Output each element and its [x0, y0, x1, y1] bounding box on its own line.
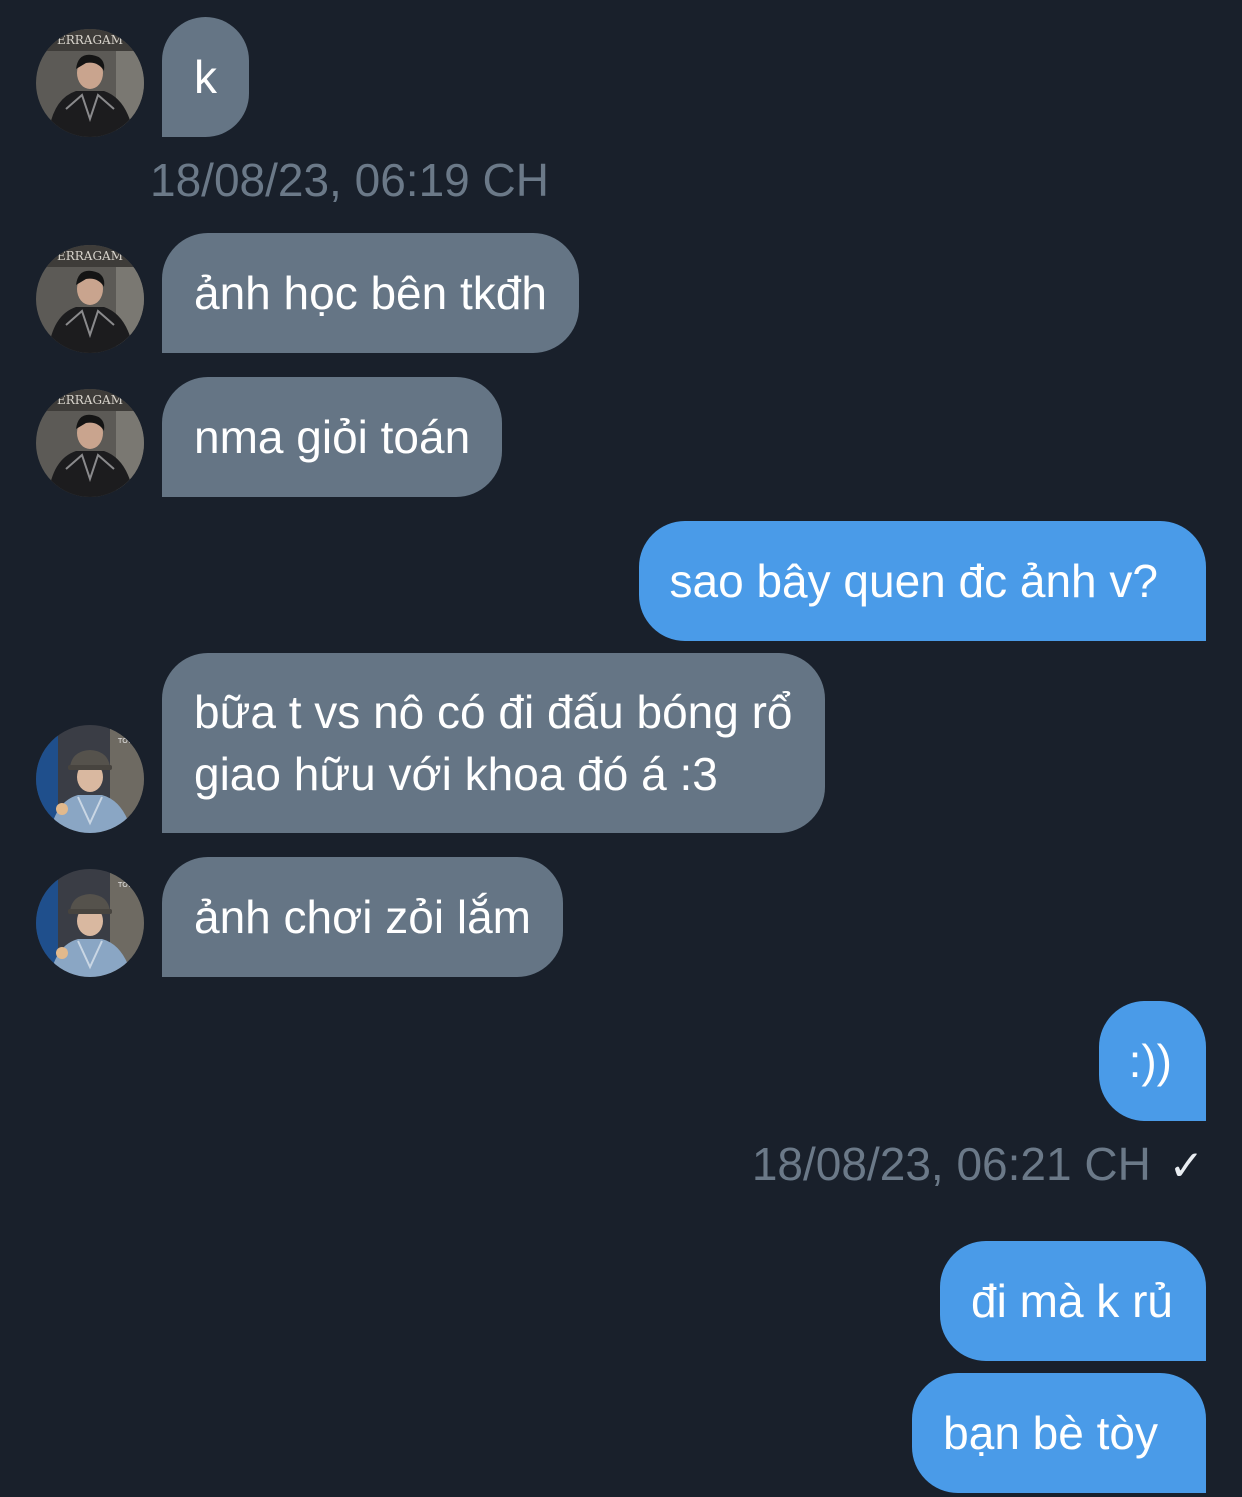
- message-text: đi mà k rủ: [971, 1275, 1173, 1327]
- sender-avatar[interactable]: ERRAGAM: [36, 389, 144, 497]
- message-text: nma giỏi toán: [194, 411, 471, 463]
- message-text: :)): [1128, 1035, 1172, 1087]
- sender-avatar[interactable]: TOW: [36, 869, 144, 977]
- message-bubble-incoming[interactable]: bữa t vs nô có đi đấu bóng rổ giao hữu v…: [162, 653, 825, 833]
- sender-avatar[interactable]: TOW: [36, 725, 144, 833]
- message-bubble-incoming[interactable]: ảnh học bên tkđh: [162, 233, 579, 353]
- svg-text:TOW: TOW: [117, 737, 135, 745]
- sender-avatar[interactable]: ERRAGAM: [36, 29, 144, 137]
- message-bubble-outgoing[interactable]: :)): [1098, 1001, 1206, 1121]
- message-text: sao bây quen đc ảnh v?: [669, 555, 1158, 607]
- message-text: ảnh chơi zỏi lắm: [194, 891, 531, 943]
- message-bubble-outgoing[interactable]: sao bây quen đc ảnh v?: [638, 521, 1206, 641]
- checkmark-icon: ✓: [1168, 1142, 1204, 1189]
- message-bubble-outgoing[interactable]: bạn bè tòy: [912, 1373, 1206, 1493]
- svg-text:TOW: TOW: [117, 881, 135, 889]
- message-timestamp: 18/08/23, 06:19 CH: [150, 154, 549, 206]
- message-text: ảnh học bên tkđh: [194, 267, 547, 319]
- message-text-line: giao hữu với khoa đó á :3: [194, 748, 718, 800]
- svg-text:ERRAGAM: ERRAGAM: [57, 249, 123, 263]
- sender-avatar[interactable]: ERRAGAM: [36, 245, 144, 353]
- svg-text:ERRAGAM: ERRAGAM: [57, 33, 123, 47]
- message-bubble-incoming[interactable]: nma giỏi toán: [162, 377, 503, 497]
- message-bubble-incoming[interactable]: k: [162, 17, 249, 137]
- message-timestamp: 18/08/23, 06:21 CH ✓: [752, 1136, 1204, 1194]
- message-text: k: [194, 51, 217, 103]
- svg-text:ERRAGAM: ERRAGAM: [57, 393, 123, 407]
- message-bubble-incoming[interactable]: ảnh chơi zỏi lắm: [162, 857, 563, 977]
- message-text: bạn bè tòy: [943, 1407, 1158, 1459]
- message-bubble-outgoing[interactable]: đi mà k rủ: [940, 1241, 1206, 1361]
- message-text-line: bữa t vs nô có đi đấu bóng rổ: [194, 686, 793, 738]
